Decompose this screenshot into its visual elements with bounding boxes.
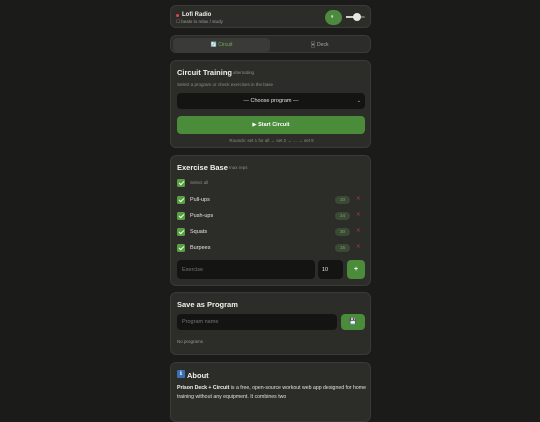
select-all-checkbox[interactable] <box>177 179 185 187</box>
volume-knob[interactable] <box>353 13 362 21</box>
radio-title: Lofi Radio <box>182 12 212 18</box>
exercise-name: Burpees <box>190 245 211 251</box>
info-icon: ℹ <box>177 370 185 378</box>
circuit-mode: alternating <box>233 70 255 75</box>
circuit-training-card: Circuit Training alternating Select a pr… <box>170 60 371 148</box>
program-select-value: — Choose program — <box>243 98 299 104</box>
no-programs-text: No programs <box>177 339 204 344</box>
exercise-base-mode: max reps <box>229 165 248 170</box>
exercise-base-card: Exercise Base max reps Select all Pull-u… <box>170 155 371 286</box>
rounds-info: Rounds: set 1 for all → set 2 → ... → se… <box>229 138 314 143</box>
tab-deck[interactable]: 🃏 Deck <box>271 38 368 52</box>
mode-tabs: 🔄 Circuit 🃏 Deck <box>170 35 371 53</box>
exercise-row: Push-ups 24 ✕ <box>177 211 365 223</box>
save-program-button[interactable]: 💾 <box>341 314 365 330</box>
save-program-title: Save as Program <box>177 300 238 309</box>
exercise-name: Pull-ups <box>190 197 210 203</box>
app-name: Prison Deck + Circuit <box>177 385 230 391</box>
save-program-card: Save as Program 💾 No programs <box>170 292 371 355</box>
delete-icon[interactable]: ✕ <box>356 196 361 202</box>
reps-badge: 15 <box>335 244 350 252</box>
reps-badge: 24 <box>335 212 350 220</box>
exercise-name-input[interactable] <box>177 260 315 279</box>
chevron-down-icon: ⌄ <box>356 98 361 104</box>
exercise-checkbox[interactable] <box>177 244 185 252</box>
program-select[interactable]: — Choose program — ⌄ <box>177 93 365 109</box>
exercise-checkbox[interactable] <box>177 228 185 236</box>
circuit-description: Select a program or check exercises in t… <box>177 82 274 87</box>
radio-subtitle: ☐ beats to relax / study <box>176 19 223 24</box>
program-name-input[interactable] <box>177 314 337 330</box>
volume-slider[interactable] <box>346 13 365 21</box>
exercise-row: Squats 30 ✕ <box>177 227 365 239</box>
about-title: About <box>187 371 209 380</box>
live-dot-icon <box>176 14 179 17</box>
about-text: Prison Deck + Circuit is a free, open-so… <box>177 384 367 401</box>
circuit-title: Circuit Training <box>177 68 233 77</box>
exercise-row: Burpees 15 ✕ <box>177 243 365 255</box>
start-circuit-button[interactable]: ▶ Start Circuit <box>177 116 365 134</box>
exercise-name: Squats <box>190 229 208 235</box>
reps-badge: 30 <box>335 228 350 236</box>
exercise-row: Pull-ups 10 ✕ <box>177 195 365 207</box>
exercise-checkbox[interactable] <box>177 196 185 204</box>
delete-icon[interactable]: ✕ <box>356 228 361 234</box>
about-card: ℹ About Prison Deck + Circuit is a free,… <box>170 362 371 422</box>
add-exercise-button[interactable]: + <box>347 260 365 279</box>
pause-icon: ⏸ <box>331 14 334 20</box>
exercise-base-title: Exercise Base <box>177 163 228 172</box>
delete-icon[interactable]: ✕ <box>356 244 361 250</box>
radio-player: Lofi Radio ☐ beats to relax / study ⏸ <box>170 5 371 28</box>
select-all-label: Select all <box>190 180 209 185</box>
reps-input[interactable] <box>318 260 343 279</box>
tab-circuit[interactable]: 🔄 Circuit <box>173 38 270 52</box>
play-pause-button[interactable]: ⏸ <box>325 10 342 25</box>
reps-badge: 10 <box>335 196 350 204</box>
exercise-checkbox[interactable] <box>177 212 185 220</box>
exercise-name: Push-ups <box>190 213 214 219</box>
delete-icon[interactable]: ✕ <box>356 212 361 218</box>
